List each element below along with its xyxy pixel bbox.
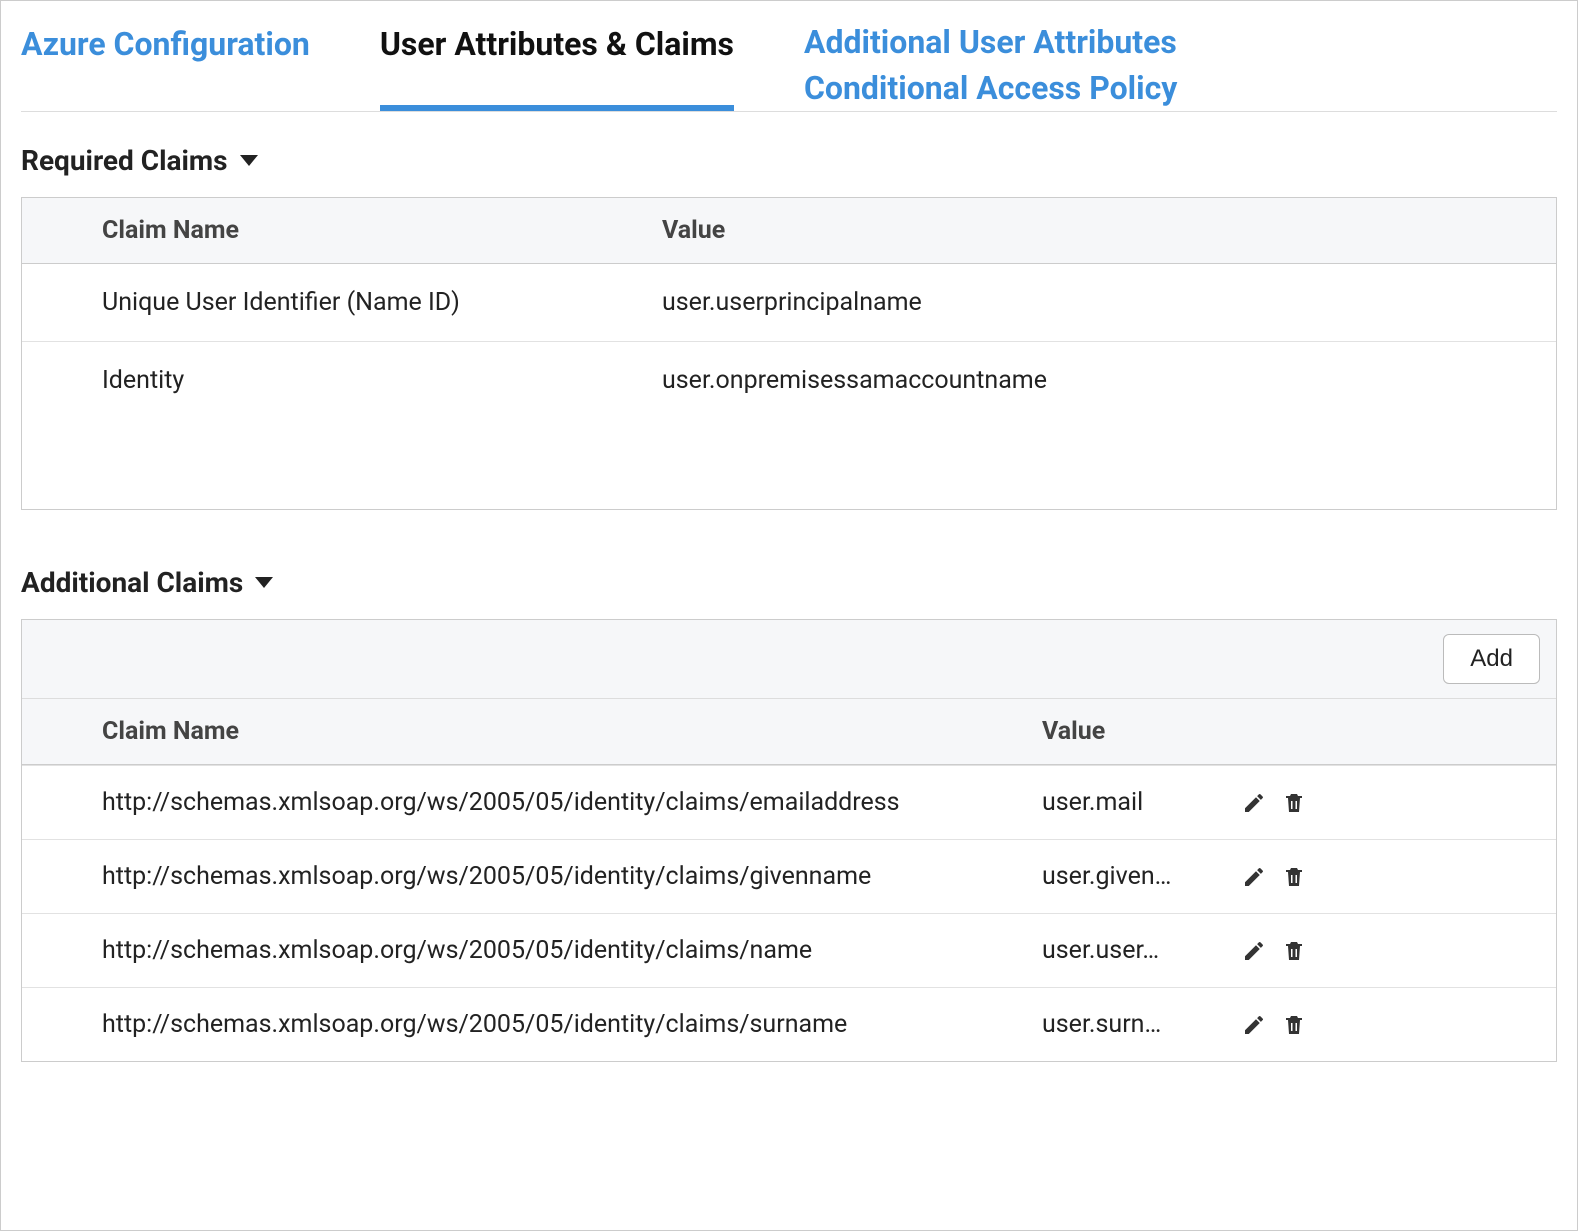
claim-value: user.given…	[1042, 862, 1242, 891]
claim-name: http://schemas.xmlsoap.org/ws/2005/05/id…	[102, 788, 1042, 817]
tab-azure-configuration[interactable]: Azure Configuration	[21, 19, 310, 111]
required-col-value: Value	[662, 216, 1556, 245]
edit-icon[interactable]	[1242, 1013, 1266, 1037]
claim-value: user.userprincipalname	[662, 288, 1556, 317]
claim-value: user.user…	[1042, 936, 1242, 965]
claim-name: http://schemas.xmlsoap.org/ws/2005/05/id…	[102, 862, 1042, 891]
claim-name: Unique User Identifier (Name ID)	[102, 288, 662, 317]
claim-name: http://schemas.xmlsoap.org/ws/2005/05/id…	[102, 936, 1042, 965]
add-button[interactable]: Add	[1443, 634, 1540, 684]
table-row: http://schemas.xmlsoap.org/ws/2005/05/id…	[22, 765, 1556, 839]
chevron-down-icon	[255, 577, 273, 588]
additional-claims-toggle[interactable]: Additional Claims	[21, 566, 1557, 599]
claim-value: user.onpremisessamaccountname	[662, 366, 1556, 395]
required-col-claim-name: Claim Name	[102, 216, 662, 245]
claim-value: user.surn…	[1042, 1010, 1242, 1039]
additional-col-value: Value	[1042, 717, 1242, 746]
claim-name: Identity	[102, 366, 662, 395]
additional-claims-panel: Add Claim Name Value http://schemas.xmls…	[21, 619, 1557, 1062]
table-row: http://schemas.xmlsoap.org/ws/2005/05/id…	[22, 913, 1556, 987]
trash-icon[interactable]	[1282, 1013, 1306, 1037]
trash-icon[interactable]	[1282, 865, 1306, 889]
table-row: Unique User Identifier (Name ID) user.us…	[22, 264, 1556, 341]
tab-additional-user-attributes[interactable]: Additional User Attributes	[804, 19, 1177, 65]
required-claims-panel: Claim Name Value Unique User Identifier …	[21, 197, 1557, 510]
trash-icon[interactable]	[1282, 939, 1306, 963]
required-claims-heading: Required Claims	[21, 144, 228, 177]
additional-claims-heading: Additional Claims	[21, 566, 243, 599]
required-claims-toggle[interactable]: Required Claims	[21, 144, 1557, 177]
tab-conditional-access-policy[interactable]: Conditional Access Policy	[804, 65, 1177, 111]
tab-user-attributes-claims[interactable]: User Attributes & Claims	[380, 19, 734, 111]
claim-name: http://schemas.xmlsoap.org/ws/2005/05/id…	[102, 1010, 1042, 1039]
table-row: http://schemas.xmlsoap.org/ws/2005/05/id…	[22, 839, 1556, 913]
edit-icon[interactable]	[1242, 865, 1266, 889]
table-row: Identity user.onpremisessamaccountname	[22, 341, 1556, 419]
edit-icon[interactable]	[1242, 791, 1266, 815]
edit-icon[interactable]	[1242, 939, 1266, 963]
claim-value: user.mail	[1042, 788, 1242, 817]
table-row: http://schemas.xmlsoap.org/ws/2005/05/id…	[22, 987, 1556, 1061]
chevron-down-icon	[240, 155, 258, 166]
trash-icon[interactable]	[1282, 791, 1306, 815]
tab-bar: Azure Configuration User Attributes & Cl…	[21, 19, 1557, 112]
additional-col-claim-name: Claim Name	[102, 717, 1042, 746]
